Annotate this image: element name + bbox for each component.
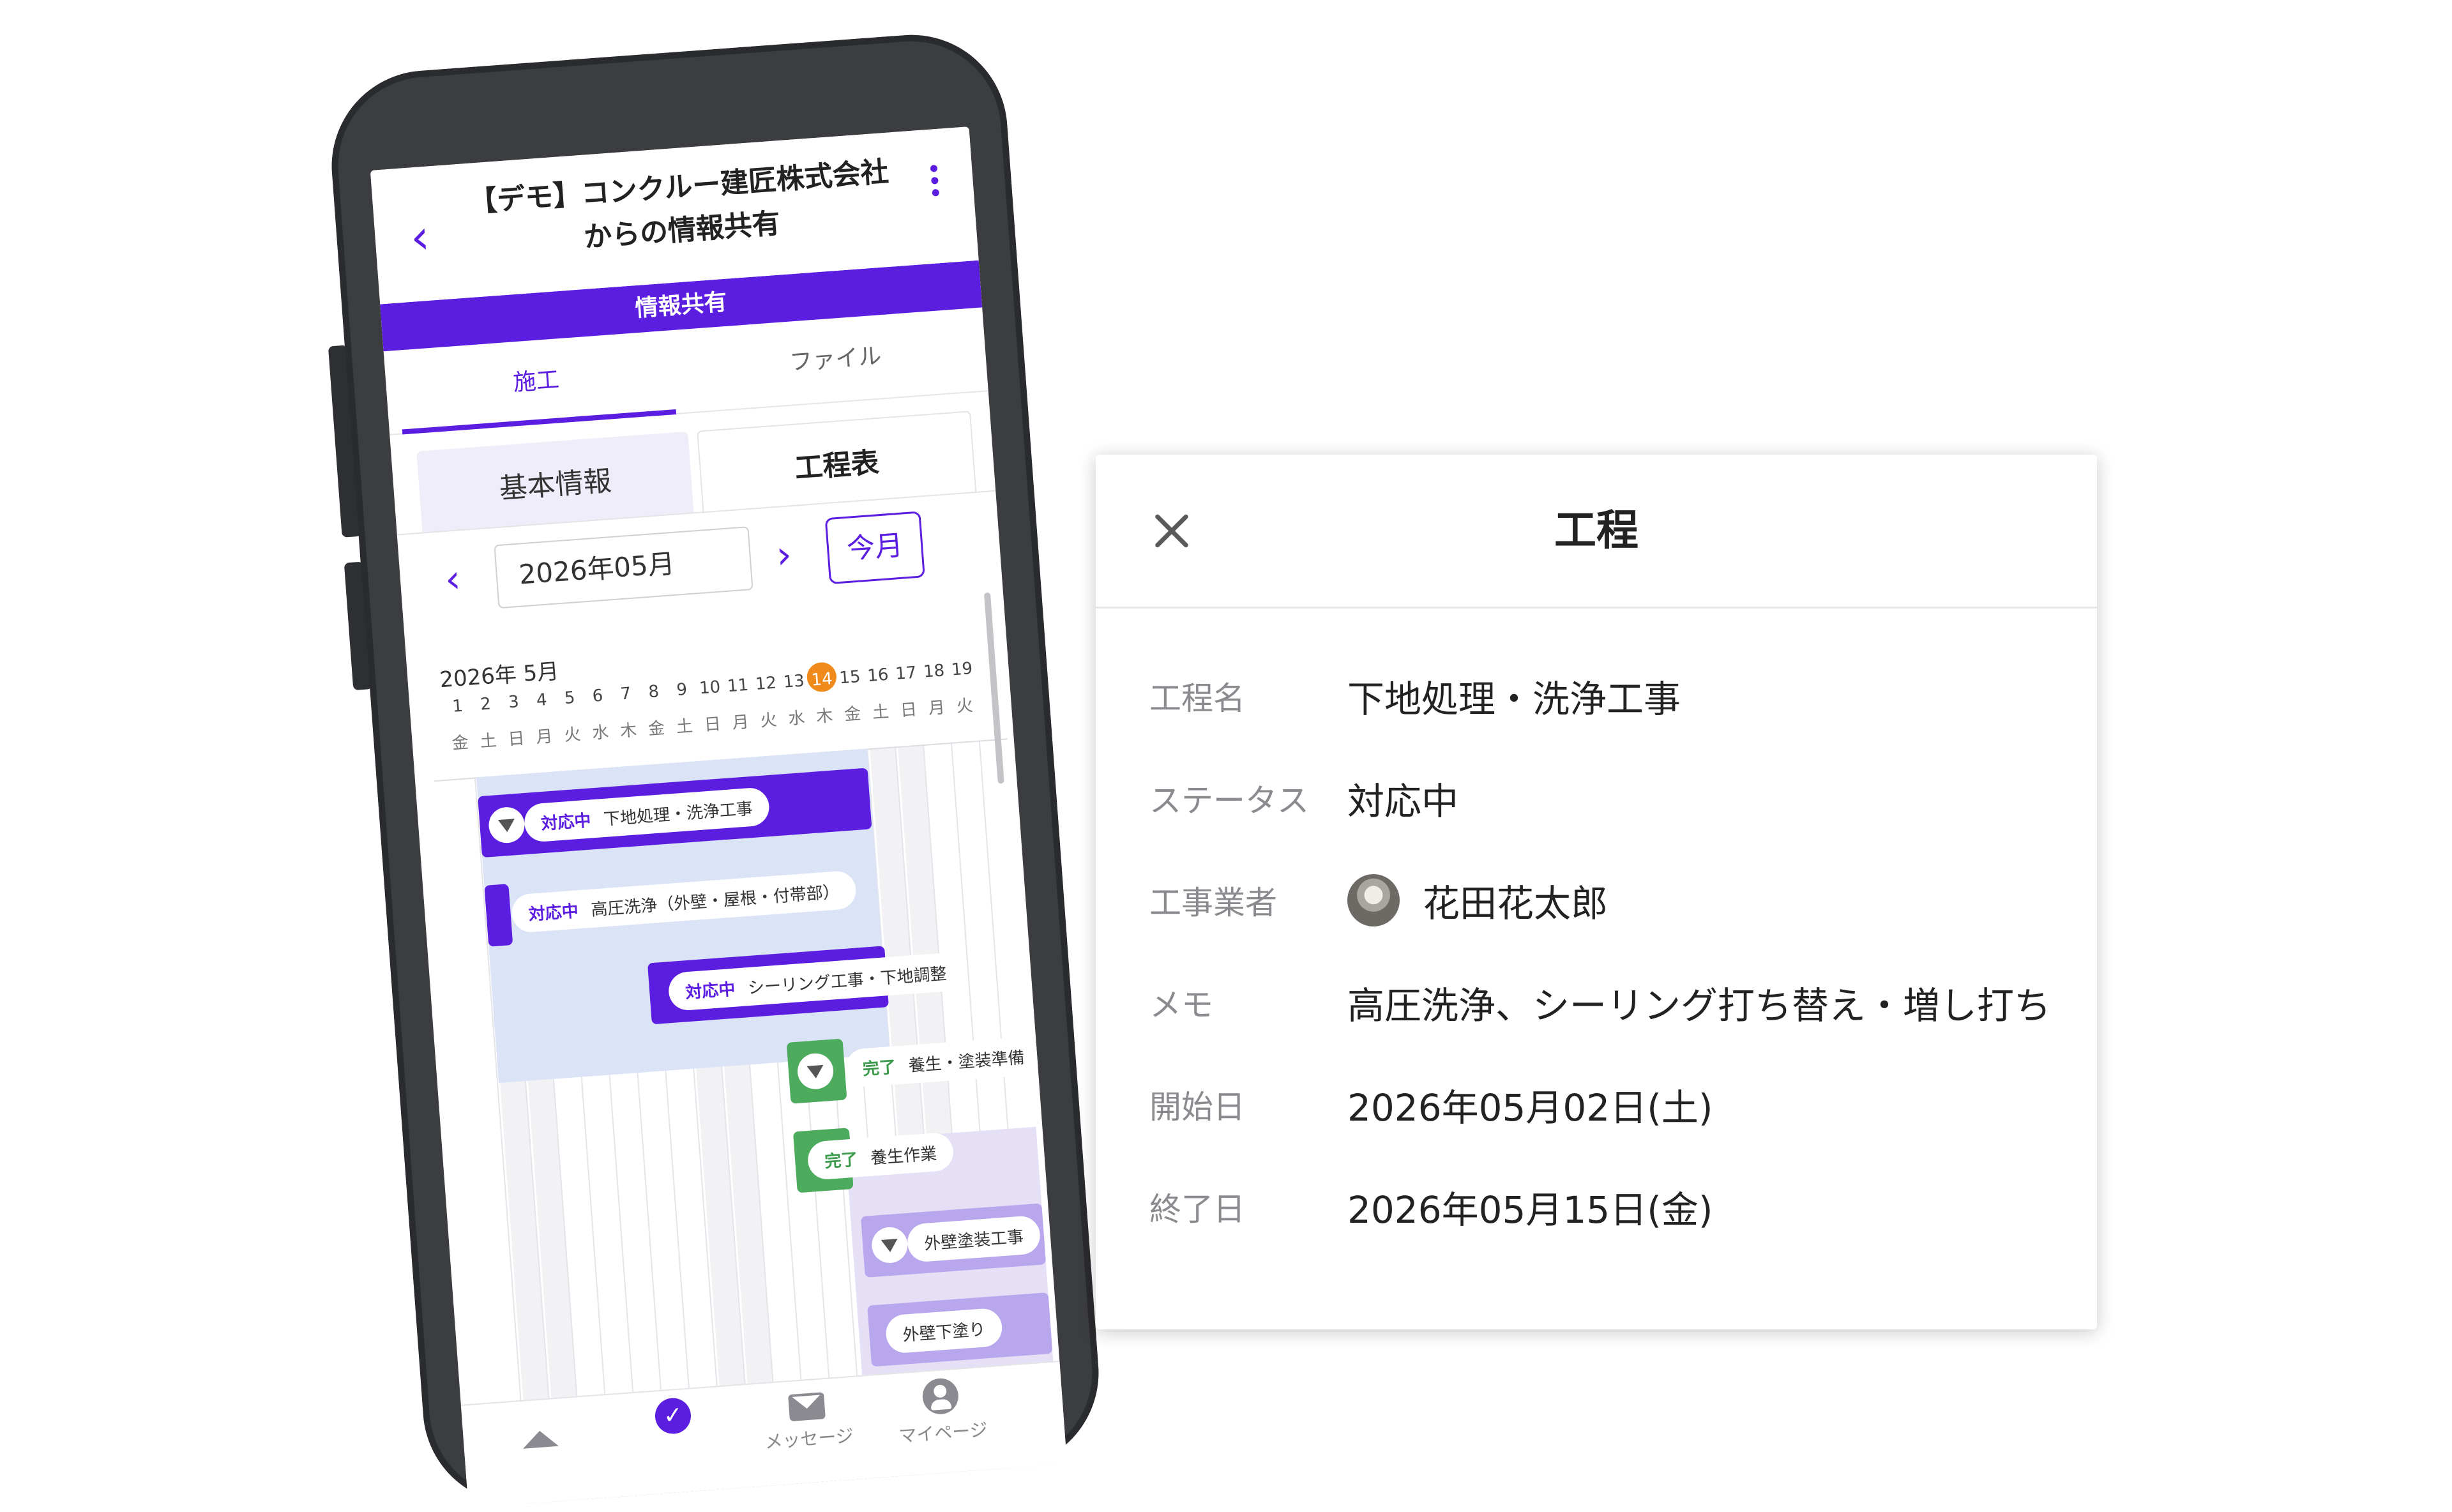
phone-screen: ‹ 【デモ】コンクルー建匠株式会社からの情報共有 情報共有 施工 ファイル 基本… — [370, 126, 1068, 1508]
nav-home[interactable] — [476, 1426, 605, 1458]
gantt-weekday: 土 — [675, 716, 694, 737]
collapse-triangle-icon[interactable] — [870, 1226, 909, 1264]
gantt-day-number: 4 — [535, 690, 548, 711]
gantt-day-number: 3 — [508, 692, 520, 713]
gantt-weekday: 木 — [619, 720, 638, 741]
nav-messages[interactable]: メッセージ — [742, 1384, 874, 1455]
gantt-day-number: 9 — [676, 679, 688, 700]
nav-tasks[interactable]: ✓ — [608, 1393, 738, 1443]
detail-label: 開始日 — [1149, 1089, 1245, 1126]
avatar — [1347, 874, 1400, 926]
collapse-triangle-icon[interactable] — [796, 1052, 835, 1091]
nav-messages-label: メッセージ — [764, 1425, 854, 1453]
detail-row-contractor: 工事業者 花田花太郎 — [1149, 862, 2071, 939]
gantt-day-number: 12 — [754, 673, 777, 694]
gantt-weekday: 日 — [507, 729, 526, 750]
detail-label: 工程名 — [1149, 680, 1245, 717]
task-detail-dialog: 工程 工程名 下地処理・洗浄工事 ステータス 対応中 工事業者 花田花太郎 メモ… — [1096, 455, 2097, 1329]
mail-icon — [788, 1392, 826, 1422]
dialog-title: 工程 — [1554, 506, 1638, 555]
gantt-day-number: 17 — [895, 663, 918, 684]
gantt-day-number: 6 — [591, 686, 604, 706]
gantt-day-number: 16 — [867, 665, 889, 686]
check-circle-icon: ✓ — [654, 1396, 692, 1435]
task-label: 外壁下塗り — [884, 1307, 1004, 1354]
gantt-weekday: 月 — [927, 698, 946, 719]
detail-label: ステータス — [1149, 782, 1309, 819]
home-icon — [522, 1429, 559, 1449]
gantt-day-number: 18 — [923, 661, 946, 682]
nav-mypage[interactable]: マイページ — [875, 1374, 1008, 1449]
gantt-weekday: 水 — [591, 723, 610, 743]
gantt-day-number: 13 — [782, 671, 805, 692]
more-icon[interactable] — [920, 159, 950, 218]
gantt-weekday: 金 — [844, 704, 862, 725]
detail-value: 下地処理・洗浄工事 — [1347, 677, 1681, 721]
nav-mypage-label: マイページ — [898, 1419, 988, 1447]
detail-value: 花田花太郎 — [1347, 873, 1608, 927]
detail-row-end-date: 終了日 2026年05月15日(金) — [1149, 1168, 2071, 1245]
gantt-day-number: 14 — [810, 669, 833, 690]
gantt-scrollbar[interactable] — [983, 592, 1004, 784]
gantt-weekday: 水 — [787, 708, 806, 729]
detail-value: 高圧洗浄、シーリング打ち替え・増し打ち — [1347, 984, 2052, 1027]
gantt-weekday: 金 — [451, 733, 469, 754]
detail-value: 2026年05月02日(土) — [1347, 1086, 1713, 1130]
gantt-day-number: 19 — [950, 659, 974, 680]
detail-value: 対応中 — [1347, 780, 1459, 823]
dialog-header: 工程 — [1096, 455, 2097, 609]
gantt-weekday: 土 — [872, 702, 890, 723]
detail-row-memo: メモ 高圧洗浄、シーリング打ち替え・増し打ち — [1149, 964, 2071, 1041]
detail-row-task-name: 工程名 下地処理・洗浄工事 — [1149, 658, 2071, 734]
detail-row-start-date: 開始日 2026年05月02日(土) — [1149, 1066, 2071, 1143]
task-bar[interactable]: 完了 養生作業 — [792, 1128, 955, 1193]
phone-mockup: ‹ 【デモ】コンクルー建匠株式会社からの情報共有 情報共有 施工 ファイル 基本… — [325, 28, 1105, 1511]
gantt-weekday: 火 — [563, 725, 582, 746]
gantt-month-label: 2026年 5月 — [439, 658, 560, 693]
gantt-weekday: 木 — [815, 706, 834, 727]
gantt-weekday: 日 — [703, 714, 722, 736]
prev-month-icon[interactable]: ‹ — [444, 557, 462, 603]
gantt-day-number: 10 — [699, 677, 722, 699]
next-month-icon[interactable]: › — [775, 532, 793, 578]
gantt-day-number: 11 — [726, 675, 750, 697]
task-bar[interactable]: 完了 養生・塗装準備 — [786, 1035, 1043, 1104]
detail-row-status: ステータス 対応中 — [1149, 760, 2071, 836]
close-icon[interactable] — [1143, 502, 1200, 559]
gantt-day-number: 8 — [647, 682, 660, 702]
task-label: 外壁塗装工事 — [906, 1214, 1041, 1263]
user-icon — [921, 1377, 960, 1416]
gantt-weekday: 金 — [647, 718, 666, 739]
gantt-weekday: 日 — [899, 700, 918, 721]
collapse-triangle-icon[interactable] — [487, 806, 526, 845]
gantt-day-number: 15 — [838, 667, 861, 688]
gantt-day-number: 5 — [563, 688, 576, 708]
page-title: 【デモ】コンクルー建匠株式会社からの情報共有 — [467, 155, 890, 254]
detail-label: メモ — [1149, 987, 1213, 1024]
month-field[interactable]: 2026年05月 — [494, 526, 753, 609]
gantt-weekday: 火 — [955, 696, 974, 717]
contractor-name: 花田花太郎 — [1423, 882, 1608, 925]
gantt-day-number: 7 — [619, 684, 632, 704]
detail-value: 2026年05月15日(金) — [1347, 1188, 1713, 1232]
detail-label: 終了日 — [1149, 1191, 1245, 1228]
gantt-weekday: 土 — [479, 730, 497, 752]
task-label: 対応中 下地処理・洗浄工事 — [523, 787, 771, 843]
gantt-day-number: 2 — [480, 694, 492, 714]
gantt-day-number: 1 — [451, 696, 464, 716]
this-month-button[interactable]: 今月 — [824, 511, 925, 585]
gantt-weekday: 火 — [759, 710, 778, 731]
gantt-weekday: 月 — [731, 712, 750, 733]
detail-label: 工事業者 — [1149, 884, 1277, 921]
back-icon[interactable]: ‹ — [399, 209, 441, 266]
gantt-weekday: 月 — [535, 727, 554, 748]
